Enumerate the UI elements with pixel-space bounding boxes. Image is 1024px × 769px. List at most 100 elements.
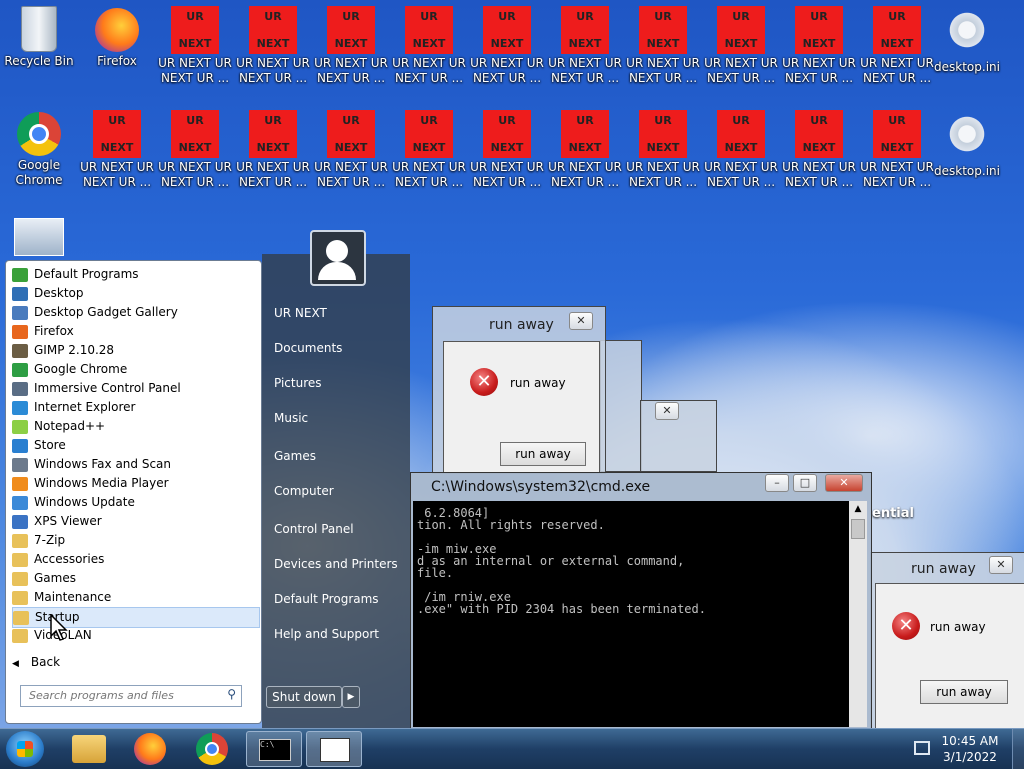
desktop-icon-ur[interactable]: UR NEXT UR NEXT UR NEXT UR ... [390,104,468,208]
program-item[interactable]: Store [12,436,258,455]
firefox-taskbar-icon[interactable] [134,733,166,765]
user-avatar[interactable] [310,230,366,286]
desktop-icon-ur[interactable]: UR NEXT UR NEXT UR NEXT UR ... [624,0,702,104]
folder-icon [12,533,28,548]
mouse-cursor-icon [50,614,68,641]
start-menu-link[interactable]: Games [274,449,316,463]
taskbar: C:\ 10:45 AM 3/1/2022 [0,728,1024,769]
program-item[interactable]: Firefox [12,322,258,341]
desktop-icon-ur[interactable]: UR NEXT UR NEXT UR NEXT UR ... [468,104,546,208]
minimize-icon[interactable]: – [765,474,789,492]
desktop-icon-ur[interactable]: UR NEXT UR NEXT UR NEXT UR ... [546,104,624,208]
desktop-icon-ur[interactable]: UR NEXT UR NEXT UR NEXT UR ... [234,104,312,208]
desktop-icon-label: UR NEXT UR NEXT UR ... [314,160,388,189]
search-icon[interactable]: ⚲ [227,687,236,701]
start-menu-link[interactable]: Documents [274,341,342,355]
start-menu: UR NEXT Documents Pictures Music Games Comput… [0,230,410,728]
shutdown-arrow-button[interactable]: ▶ [342,686,360,708]
app-taskbar-button[interactable] [306,731,362,767]
program-item[interactable]: Windows Media Player [12,474,258,493]
program-item[interactable]: Windows Fax and Scan [12,455,258,474]
desktop-icon-ur[interactable]: UR NEXT UR NEXT UR NEXT UR ... [156,0,234,104]
start-menu-link[interactable]: UR NEXT [274,306,327,320]
desktop-icon-ur[interactable]: UR NEXT UR NEXT UR NEXT UR ... [780,0,858,104]
network-icon[interactable] [914,741,930,755]
desktop-icon-label: UR NEXT UR NEXT UR ... [860,160,934,189]
start-menu-link[interactable]: Control Panel [274,522,354,536]
desktop-icon-ur[interactable]: UR NEXT UR NEXT UR NEXT UR ... [78,104,156,208]
desktop-icon-ur[interactable]: UR NEXT UR NEXT UR NEXT UR ... [468,0,546,104]
start-menu-link[interactable]: Pictures [274,376,322,390]
close-icon[interactable]: ✕ [989,556,1013,574]
ur-next-icon: UR NEXT [171,110,219,158]
desktop-icon-gear[interactable]: desktop.ini [928,0,1006,104]
cmd-taskbar-button[interactable]: C:\ [246,731,302,767]
shutdown-button[interactable]: Shut down [266,686,342,708]
program-item[interactable]: XPS Viewer [12,512,258,531]
cmd-output[interactable]: 6.2.8064] tion. All rights reserved. -im m… [413,501,849,727]
desktop-icon-gear[interactable]: desktop.ini [928,104,1006,208]
search-input[interactable]: Search programs and files ⚲ [20,685,242,707]
desktop-icon-ur[interactable]: UR NEXT UR NEXT UR NEXT UR ... [390,0,468,104]
show-desktop-button[interactable] [1012,729,1024,769]
window-icon [320,738,350,762]
start-button[interactable] [6,731,44,767]
program-item[interactable]: Immersive Control Panel [12,379,258,398]
back-item[interactable]: ◀ Back [12,655,60,669]
desktop-icon-chrome[interactable]: Google Chrome [0,104,78,208]
program-item[interactable]: VideoLAN [12,626,258,645]
desktop-icon-recycle[interactable]: Recycle Bin [0,0,78,104]
start-menu-link[interactable]: Devices and Printers [274,557,398,571]
partial-icon-row3-col1[interactable] [14,218,64,256]
ur-next-icon: UR NEXT [873,110,921,158]
desktop-icon-ur[interactable]: UR NEXT UR NEXT UR NEXT UR ... [312,0,390,104]
start-menu-link[interactable]: Computer [274,484,334,498]
close-icon[interactable]: ✕ [655,402,679,420]
desktop-icon-ur[interactable]: UR NEXT UR NEXT UR NEXT UR ... [624,104,702,208]
scroll-up-icon[interactable]: ▲ [849,501,867,517]
desktop-icon-ur[interactable]: UR NEXT UR NEXT UR NEXT UR ... [234,0,312,104]
program-item[interactable]: Maintenance [12,588,258,607]
close-icon[interactable]: ✕ [825,474,863,492]
program-item[interactable]: GIMP 2.10.28 [12,341,258,360]
desktop-icon-ur[interactable]: UR NEXT UR NEXT UR NEXT UR ... [858,0,936,104]
scroll-thumb[interactable] [851,519,865,539]
cmd-scrollbar[interactable]: ▲ [849,501,867,727]
program-item[interactable]: Google Chrome [12,360,258,379]
desktop-icon-firefox[interactable]: Firefox [78,0,156,104]
ur-next-icon: UR NEXT [171,6,219,54]
desktop-icon-ur[interactable]: UR NEXT UR NEXT UR NEXT UR ... [156,104,234,208]
desktop-icon-label: UR NEXT UR NEXT UR ... [236,56,310,85]
clock[interactable]: 10:45 AM 3/1/2022 [940,733,1000,765]
program-item[interactable]: 7-Zip [12,531,258,550]
program-item[interactable]: Desktop [12,284,258,303]
run-away-button[interactable]: run away [920,680,1008,704]
program-icon [12,267,28,282]
program-icon [12,362,28,377]
maximize-icon[interactable]: □ [793,474,817,492]
explorer-taskbar-icon[interactable] [72,735,106,763]
desktop-icon-ur[interactable]: UR NEXT UR NEXT UR NEXT UR ... [780,104,858,208]
desktop-icon-ur[interactable]: UR NEXT UR NEXT UR NEXT UR ... [702,0,780,104]
desktop-icon-ur[interactable]: UR NEXT UR NEXT UR NEXT UR ... [858,104,936,208]
back-arrow-icon: ◀ [12,659,19,669]
chrome-taskbar-icon[interactable] [196,733,228,765]
dialog-title: run away [489,317,554,333]
desktop-icon-label: desktop.ini [934,164,1000,178]
program-item[interactable]: Notepad++ [12,417,258,436]
program-icon [12,286,28,301]
desktop-icon-ur[interactable]: UR NEXT UR NEXT UR NEXT UR ... [546,0,624,104]
program-item[interactable]: Default Programs [12,265,258,284]
start-menu-link[interactable]: Default Programs [274,592,379,606]
program-item[interactable]: Accessories [12,550,258,569]
run-away-button[interactable]: run away [500,442,586,466]
program-item[interactable]: Games [12,569,258,588]
desktop-icon-ur[interactable]: UR NEXT UR NEXT UR NEXT UR ... [702,104,780,208]
program-item[interactable]: Desktop Gadget Gallery [12,303,258,322]
start-menu-link[interactable]: Help and Support [274,627,379,641]
program-item[interactable]: Internet Explorer [12,398,258,417]
start-menu-link[interactable]: Music [274,411,308,425]
close-icon[interactable]: ✕ [569,312,593,330]
desktop-icon-ur[interactable]: UR NEXT UR NEXT UR NEXT UR ... [312,104,390,208]
program-item[interactable]: Windows Update [12,493,258,512]
